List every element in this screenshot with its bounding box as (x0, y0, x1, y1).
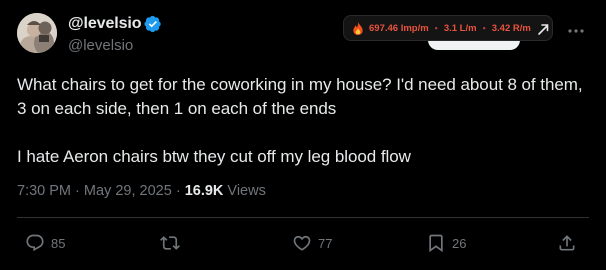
more-options-icon[interactable] (567, 22, 585, 40)
avatar-image (17, 13, 57, 53)
reply-button[interactable]: 85 (25, 232, 65, 254)
bookmark-icon (429, 234, 443, 253)
repost-icon (160, 236, 180, 250)
share-button[interactable] (557, 232, 577, 254)
reply-count: 85 (51, 235, 66, 251)
share-icon (559, 235, 575, 251)
tweet-card: @levelsio @levelsio 697.46 Imp/m • 3.1 L… (0, 0, 606, 270)
verified-badge-icon[interactable] (144, 15, 162, 33)
tweet-time[interactable]: 7:30 PM (17, 183, 71, 199)
author-handle[interactable]: @levelsio (68, 37, 162, 54)
tweet-date[interactable]: May 29, 2025 (84, 183, 172, 199)
fire-icon (353, 21, 363, 35)
avatar[interactable] (17, 13, 57, 53)
heart-icon (293, 235, 311, 251)
meta-separator: · (175, 183, 181, 199)
bookmark-count: 26 (452, 235, 467, 251)
like-count: 77 (318, 235, 333, 251)
tweet-meta: 7:30 PM · May 29, 2025 · 16.9K Views (17, 183, 266, 199)
reposts-rate: 3.42 R/m (491, 22, 531, 34)
tweet-paragraph: I hate Aeron chairs btw they cut off my … (17, 147, 411, 166)
tweet-paragraph: What chairs to get for the coworking in … (17, 75, 583, 118)
views-count[interactable]: 16.9K (185, 183, 224, 199)
impressions-rate: 697.46 Imp/m (369, 22, 429, 34)
bookmark-button[interactable]: 26 (426, 232, 466, 254)
author-display-name[interactable]: @levelsio (68, 15, 142, 33)
likes-rate: 3.1 L/m (443, 22, 477, 34)
stats-widget: 697.46 Imp/m • 3.1 L/m • 3.42 R/m (343, 15, 553, 41)
stats-dot: • (434, 23, 438, 33)
views-label: Views (227, 183, 266, 199)
stats-dot: • (482, 23, 486, 33)
meta-separator: · (75, 183, 80, 199)
reply-icon (26, 234, 44, 252)
trend-arrow-icon (538, 24, 549, 35)
like-button[interactable]: 77 (292, 232, 332, 254)
repost-button[interactable] (160, 232, 186, 254)
tweet-text: What chairs to get for the coworking in … (17, 73, 592, 169)
author-block: @levelsio @levelsio (68, 14, 162, 54)
divider (17, 217, 589, 218)
